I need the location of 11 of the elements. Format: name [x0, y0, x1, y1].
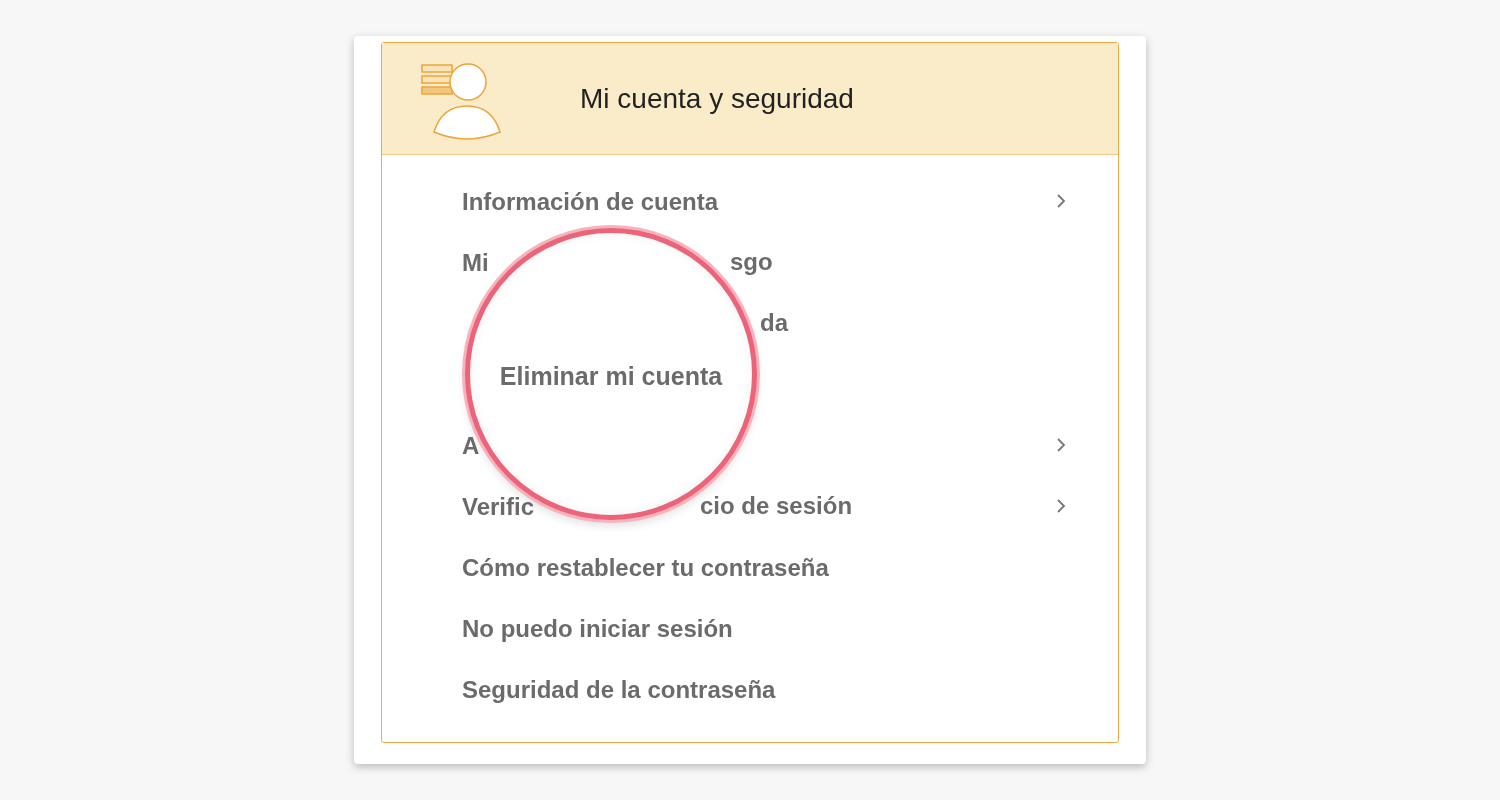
chevron-right-icon[interactable]	[1056, 498, 1066, 514]
menu-item-text[interactable]: No puedo iniciar sesión	[462, 614, 733, 643]
menu-item-text[interactable]: Cómo restablecer tu contraseña	[462, 553, 829, 582]
chevron-right-icon[interactable]	[1056, 193, 1066, 209]
menu-item-text[interactable]: Información de cuenta	[462, 187, 719, 216]
menu-item-text[interactable]: Seguridad de la contraseña	[462, 675, 776, 704]
menu-item-text[interactable]: da	[760, 309, 788, 337]
section-title: Mi cuenta y seguridad	[580, 82, 854, 115]
chevron-right-icon[interactable]	[1056, 437, 1066, 453]
user-list-icon	[420, 61, 504, 142]
menu-item-text[interactable]: Eliminar mi cuenta	[499, 361, 723, 391]
